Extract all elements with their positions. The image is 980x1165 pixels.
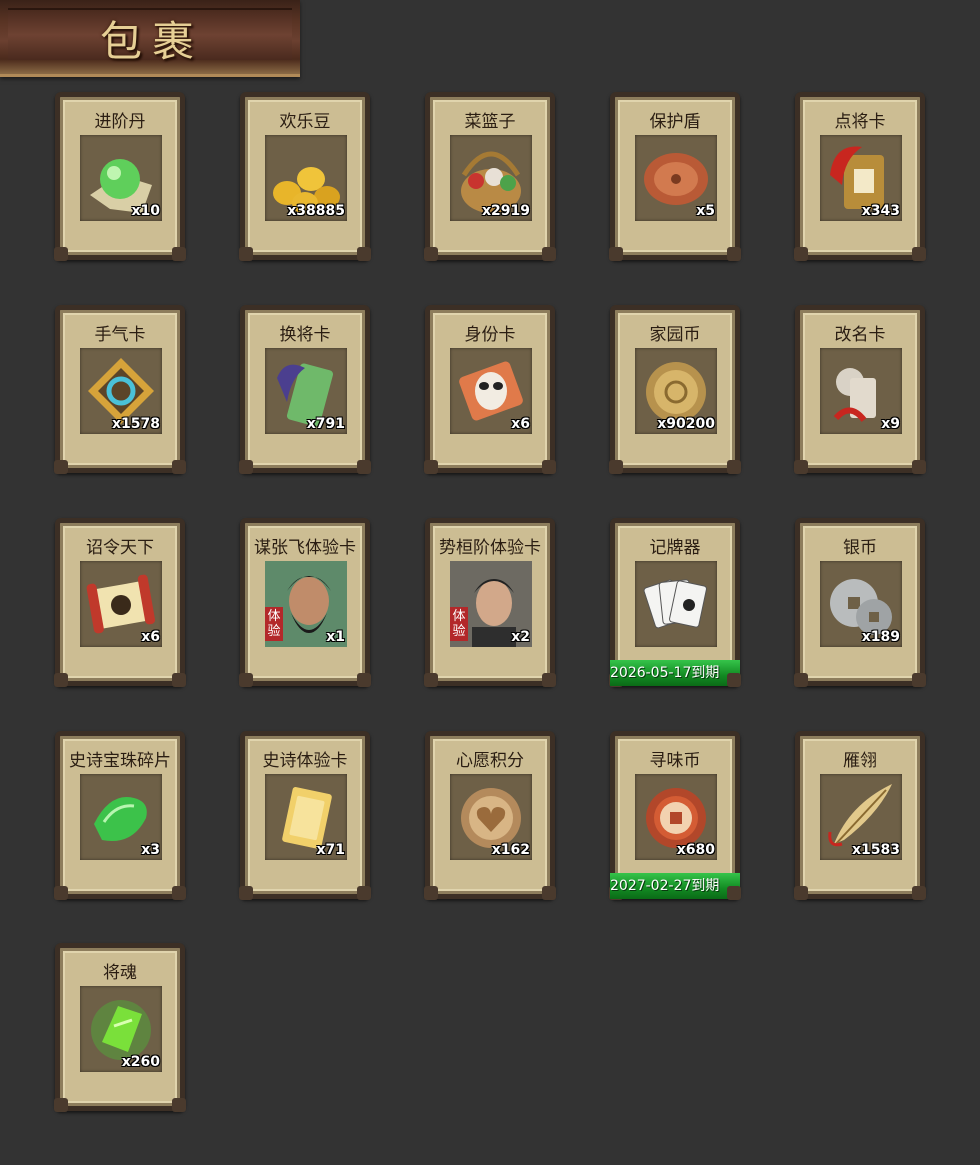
inventory-item[interactable]: 心愿积分 x162 xyxy=(424,731,556,900)
inventory-item[interactable]: 将魂 x260 xyxy=(54,943,186,1112)
item-count: x1 xyxy=(326,629,345,645)
item-name: 雁翎 xyxy=(843,751,877,771)
item-name: 银币 xyxy=(843,538,877,558)
expiry-banner: 2027-02-27到期 xyxy=(610,873,740,899)
huanjie-portrait-icon: 体验 x2 xyxy=(450,561,532,647)
inventory-item[interactable]: 换将卡 x791 xyxy=(239,305,371,474)
playing-cards-icon xyxy=(635,561,717,647)
item-count: x2919 xyxy=(482,203,530,219)
item-name: 改名卡 xyxy=(834,325,886,345)
inventory-item[interactable]: 进阶丹 x10 xyxy=(54,92,186,261)
green-pill-icon: x10 xyxy=(80,135,162,221)
imperial-edict-scroll-icon: x6 xyxy=(80,561,162,647)
home-coin-icon: x90200 xyxy=(635,348,717,434)
item-count: x2 xyxy=(511,629,530,645)
item-count: x9 xyxy=(881,416,900,432)
item-count: x3 xyxy=(141,842,160,858)
trial-tag: 体验 xyxy=(450,607,468,641)
item-name: 谋张飞体验卡 xyxy=(254,538,356,558)
vegetable-basket-icon: x2919 xyxy=(450,135,532,221)
item-name: 身份卡 xyxy=(464,325,516,345)
swap-general-card-icon: x791 xyxy=(265,348,347,434)
item-name: 心愿积分 xyxy=(456,751,524,771)
item-name: 史诗体验卡 xyxy=(262,751,348,771)
round-shield-icon: x5 xyxy=(635,135,717,221)
item-count: x10 xyxy=(131,203,160,219)
inventory-item[interactable]: 改名卡 x9 xyxy=(794,305,926,474)
trial-tag: 体验 xyxy=(265,607,283,641)
item-count: x162 xyxy=(491,842,530,858)
inventory-item[interactable]: 史诗宝珠碎片 x3 xyxy=(54,731,186,900)
item-count: x1583 xyxy=(852,842,900,858)
gold-beans-icon: x38885 xyxy=(265,135,347,221)
item-name: 势桓阶体验卡 xyxy=(439,538,541,558)
inventory-item[interactable]: 手气卡 x1578 xyxy=(54,305,186,474)
item-count: x791 xyxy=(306,416,345,432)
flavor-coin-icon: x680 xyxy=(635,774,717,860)
inventory-item[interactable]: 身份卡 x6 xyxy=(424,305,556,474)
item-count: x6 xyxy=(511,416,530,432)
inventory-item[interactable]: 点将卡 x343 xyxy=(794,92,926,261)
item-name: 将魂 xyxy=(103,963,137,983)
item-name: 诏令天下 xyxy=(86,538,154,558)
inventory-item[interactable]: 寻味币 x680 2027-02-27到期 xyxy=(609,731,741,900)
item-name: 进阶丹 xyxy=(94,112,146,132)
inventory-item[interactable]: 家园币 x90200 xyxy=(609,305,741,474)
item-count: x90200 xyxy=(657,416,715,432)
item-name: 手气卡 xyxy=(94,325,146,345)
inventory-item[interactable]: 记牌器 2026-05-17到期 xyxy=(609,518,741,687)
item-name: 保护盾 xyxy=(649,112,701,132)
inventory-item[interactable]: 欢乐豆 x38885 xyxy=(239,92,371,261)
general-card-icon: x343 xyxy=(820,135,902,221)
item-name: 史诗宝珠碎片 xyxy=(69,751,171,771)
item-count: x680 xyxy=(676,842,715,858)
green-gem-shard-icon: x3 xyxy=(80,774,162,860)
inventory-item[interactable]: 银币 x189 xyxy=(794,518,926,687)
inventory-item[interactable]: 雁翎 x1583 xyxy=(794,731,926,900)
inventory-item[interactable]: 史诗体验卡 x71 xyxy=(239,731,371,900)
item-name: 菜篮子 xyxy=(464,112,516,132)
item-name: 记牌器 xyxy=(649,538,701,558)
item-count: x260 xyxy=(121,1054,160,1070)
item-count: x38885 xyxy=(287,203,345,219)
item-name: 寻味币 xyxy=(649,751,701,771)
gold-card-icon: x71 xyxy=(265,774,347,860)
item-name: 点将卡 xyxy=(834,112,886,132)
item-count: x71 xyxy=(316,842,345,858)
inventory-grid: 进阶丹 x10 欢乐豆 x38885 菜篮子 x2919 保护盾 x5 点将卡 x343 手气卡 x1… xyxy=(0,0,980,1165)
item-name: 欢乐豆 xyxy=(279,112,331,132)
inventory-item[interactable]: 谋张飞体验卡体验 x1 xyxy=(239,518,371,687)
feather-icon: x1583 xyxy=(820,774,902,860)
item-name: 家园币 xyxy=(649,325,701,345)
inventory-item[interactable]: 诏令天下 x6 xyxy=(54,518,186,687)
item-name: 换将卡 xyxy=(279,325,331,345)
luck-card-icon: x1578 xyxy=(80,348,162,434)
item-count: x1578 xyxy=(112,416,160,432)
item-count: x5 xyxy=(696,203,715,219)
silver-coins-icon: x189 xyxy=(820,561,902,647)
inventory-item[interactable]: 保护盾 x5 xyxy=(609,92,741,261)
zhangfei-portrait-icon: 体验 x1 xyxy=(265,561,347,647)
expiry-banner: 2026-05-17到期 xyxy=(610,660,740,686)
green-soul-crystal-icon: x260 xyxy=(80,986,162,1072)
rename-card-icon: x9 xyxy=(820,348,902,434)
item-count: x6 xyxy=(141,629,160,645)
inventory-item[interactable]: 势桓阶体验卡体验 x2 xyxy=(424,518,556,687)
item-count: x189 xyxy=(861,629,900,645)
item-count: x343 xyxy=(861,203,900,219)
identity-mask-card-icon: x6 xyxy=(450,348,532,434)
inventory-item[interactable]: 菜篮子 x2919 xyxy=(424,92,556,261)
heart-coin-icon: x162 xyxy=(450,774,532,860)
